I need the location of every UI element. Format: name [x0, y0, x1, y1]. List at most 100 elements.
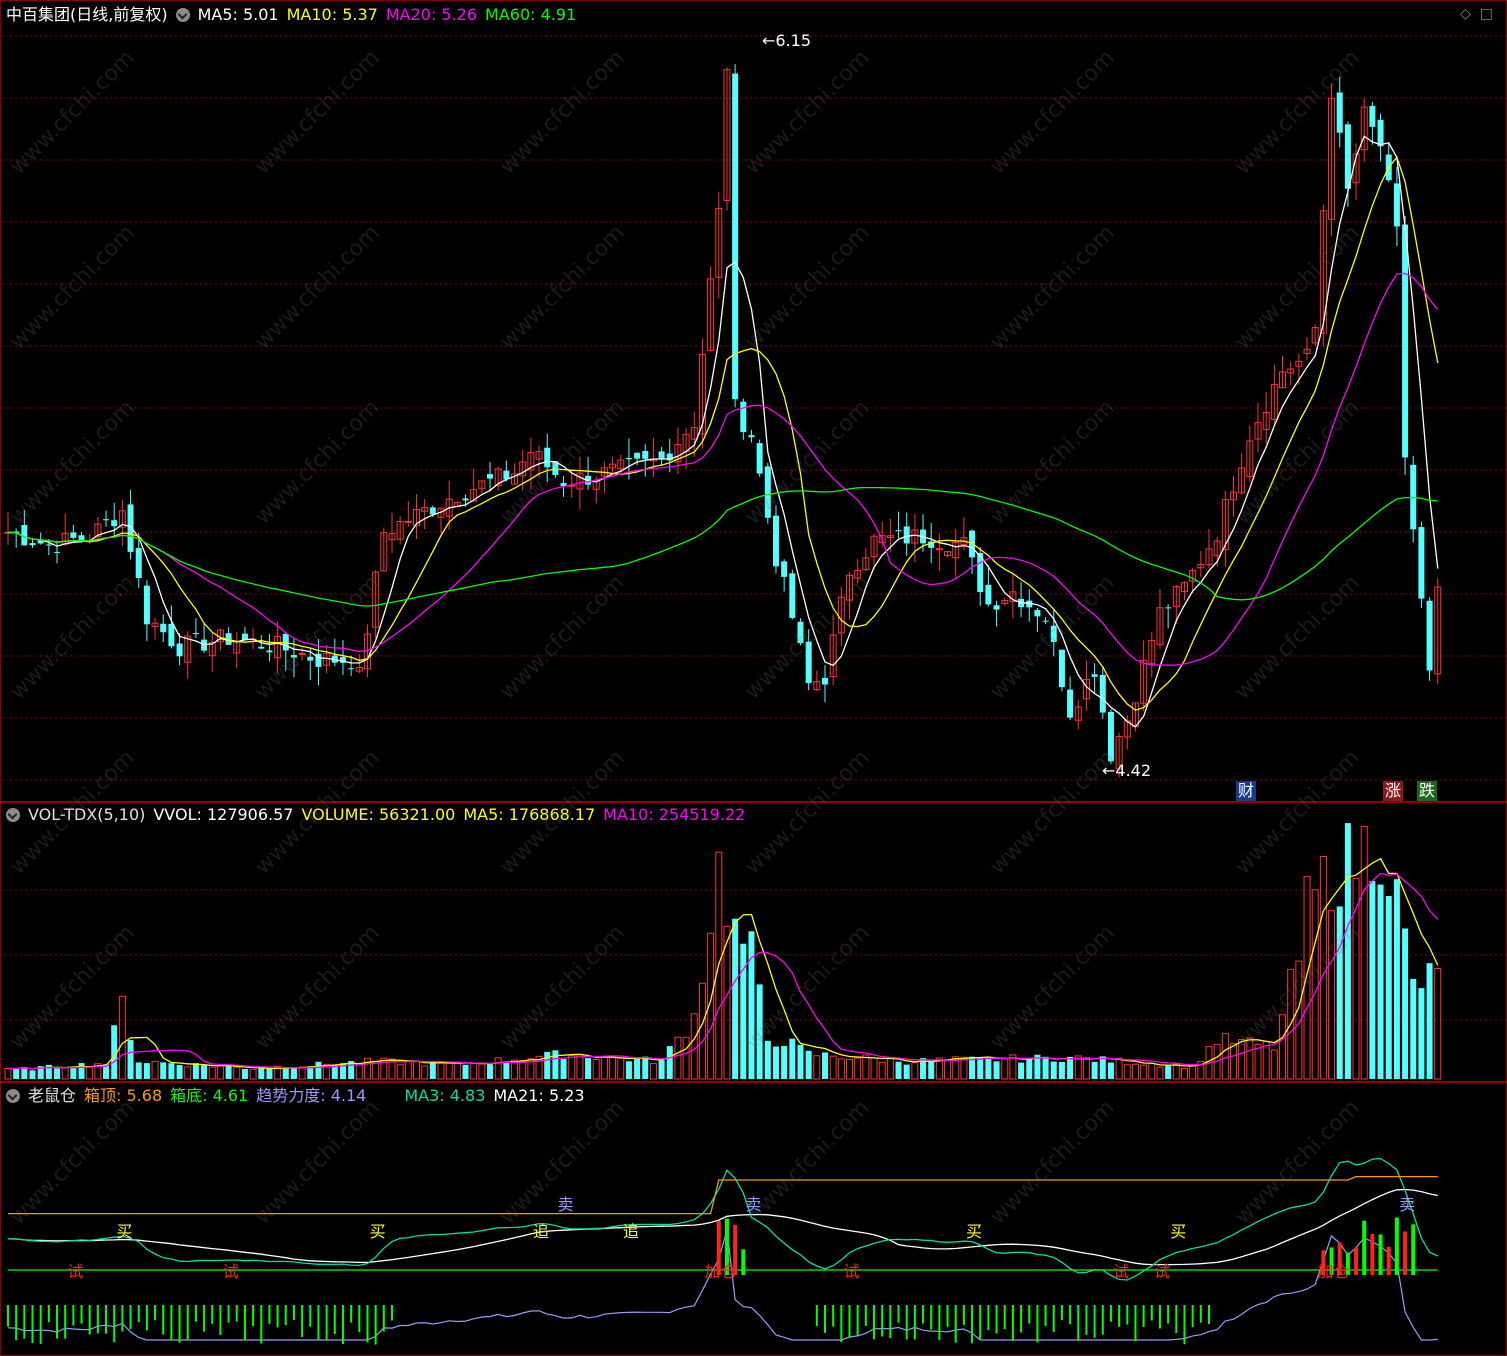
signal-marker: 买 [116, 1222, 133, 1241]
ma21-line [7, 1188, 1438, 1266]
volume-bar [290, 1068, 297, 1079]
candle-body [822, 677, 828, 685]
candle-body [192, 633, 199, 635]
volume-bar [1001, 1058, 1009, 1080]
volume-ma5-line [8, 857, 1439, 1070]
volume-bar [445, 1062, 453, 1080]
signal-marker: 买 [369, 1222, 386, 1241]
stock-title: 中百集团(日线,前复权) [6, 5, 168, 24]
ma21-readout: MA21: 5.23 [493, 1086, 585, 1105]
volume-bar [331, 1065, 338, 1079]
rise-badge[interactable]: 涨 [1383, 781, 1404, 801]
volume-bar [886, 1057, 894, 1080]
volume-bar [592, 1059, 600, 1080]
diamond-icon[interactable]: ◇ [1460, 6, 1471, 22]
candle-body [1426, 600, 1433, 671]
ma10-readout: MA10: 5.37 [286, 5, 378, 24]
volume-bar [1082, 1057, 1090, 1080]
volume-bar [127, 1040, 134, 1079]
volume-bar [674, 1036, 682, 1080]
volume-bar [298, 1066, 306, 1080]
candle-body [781, 561, 788, 577]
signal-marker: 加仓 [1317, 1262, 1350, 1281]
volume-bar [168, 1063, 175, 1079]
candle-body [348, 668, 355, 670]
volume-bar [1402, 928, 1409, 1079]
volume-bar [772, 1046, 779, 1079]
volume-bar [503, 1061, 510, 1079]
volume-bar [1410, 978, 1417, 1079]
candle-body [772, 515, 779, 567]
volume-bar [363, 1057, 371, 1080]
signal-marker: 买 [966, 1222, 983, 1241]
square-icon[interactable]: □ [1480, 6, 1493, 22]
volume-bar [895, 1061, 902, 1079]
volume-bar [625, 1061, 632, 1079]
volume-bar [1418, 988, 1425, 1079]
volume-bar [829, 1055, 837, 1080]
candle-body [176, 643, 183, 657]
volume-bar [944, 1059, 952, 1080]
candle-body [1165, 607, 1172, 609]
candle-body [404, 520, 412, 523]
signal-marker: 试 [1113, 1262, 1130, 1281]
dropdown-icon[interactable] [6, 808, 20, 822]
volume-bar [1434, 968, 1442, 1080]
volume-bar [1091, 1061, 1098, 1079]
box-top-readout: 箱顶: 5.68 [84, 1086, 163, 1105]
candle-body [290, 655, 297, 658]
dropdown-icon[interactable] [6, 1089, 20, 1103]
signal-marker: 加仓 [704, 1262, 737, 1281]
stock-chart[interactable] [0, 0, 1507, 1356]
volume-bar [789, 1038, 796, 1079]
volume-bar [903, 1064, 910, 1079]
candle-body [764, 466, 771, 518]
volume-bar [225, 1065, 232, 1079]
volume-bar [1050, 1061, 1057, 1079]
volume-bar [143, 1063, 150, 1079]
volume-bar [862, 1054, 870, 1080]
candle-body [895, 530, 902, 532]
volume-bar [54, 1068, 61, 1079]
candle-body [1344, 124, 1351, 189]
candle-body [1034, 610, 1041, 617]
volume-bar [822, 1052, 828, 1079]
volume-bar [1180, 1067, 1188, 1080]
candle-body [1336, 92, 1343, 133]
volume-bar [1115, 1057, 1123, 1080]
volume-bar [1131, 1063, 1139, 1080]
volume-bar [740, 943, 747, 1079]
volume-bar [781, 1045, 788, 1079]
volume-bar [911, 1062, 919, 1080]
volume-bar [396, 1064, 404, 1080]
volume-bar [1018, 1062, 1025, 1079]
volume-bar [928, 1060, 935, 1079]
candle-body [1067, 689, 1074, 718]
candle-body [1418, 527, 1425, 599]
candle-body [748, 435, 755, 438]
volume-bar [764, 1040, 771, 1079]
candle-body [642, 450, 649, 459]
candle-body [103, 519, 110, 521]
volume-bar [151, 1060, 159, 1080]
volume-bar [135, 1062, 142, 1079]
fall-badge[interactable]: 跌 [1417, 781, 1438, 801]
volume-bar [985, 1057, 992, 1079]
volume-bar [1058, 1061, 1065, 1079]
volume-bar [732, 918, 739, 1079]
signal-marker: 试 [222, 1262, 239, 1281]
vol-ma5-readout: MA5: 176868.17 [463, 805, 596, 824]
volume-bar [21, 1067, 28, 1079]
volume-bar [797, 1044, 804, 1079]
volume-bar [1303, 876, 1311, 1080]
box-top-line [8, 1175, 1438, 1215]
candle-body [789, 573, 796, 618]
volume-bar [813, 1055, 821, 1080]
signal-marker: 卖 [1399, 1195, 1416, 1214]
finance-badge[interactable]: 财 [1236, 781, 1257, 801]
candle-body [29, 543, 36, 546]
dropdown-icon[interactable] [175, 8, 190, 22]
vol-ma10-readout: MA10: 254519.22 [603, 805, 746, 824]
candle-body [54, 551, 61, 553]
candle-body [805, 641, 812, 684]
